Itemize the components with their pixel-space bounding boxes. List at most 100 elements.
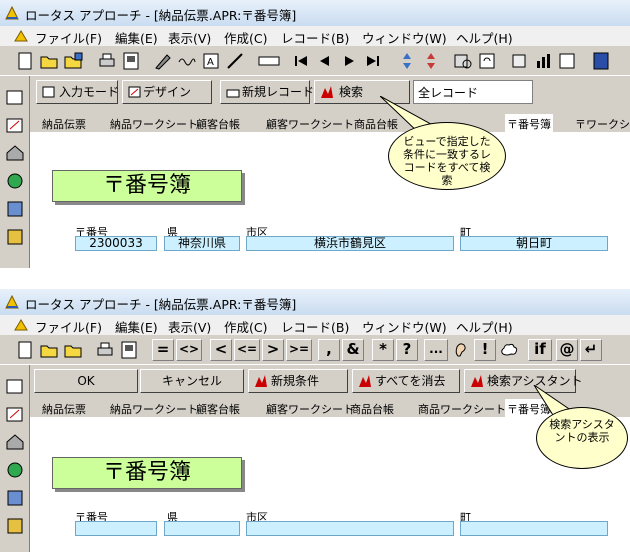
zip-criteria-field[interactable] <box>75 521 157 536</box>
save-folder-icon[interactable] <box>62 339 84 361</box>
operator-equals[interactable]: = <box>152 339 174 361</box>
new-record-button[interactable]: 新規レコード <box>220 80 314 104</box>
sounds-like-ear-icon[interactable] <box>450 339 472 361</box>
globe-icon[interactable] <box>4 459 26 481</box>
operator-if[interactable]: if <box>528 339 552 361</box>
operator-greater-than[interactable]: > <box>262 339 284 361</box>
menu-create[interactable]: 作成(C) <box>224 317 267 336</box>
operator-duplicates[interactable]: ! <box>474 339 496 361</box>
operator-and[interactable]: & <box>342 339 364 361</box>
sort-descending-icon[interactable] <box>420 50 442 72</box>
menu-file[interactable]: ファイル(F) <box>35 317 102 336</box>
tab-invoice-worksheet[interactable]: 納品ワークシート <box>110 114 198 132</box>
menu-file[interactable]: ファイル(F) <box>35 28 102 47</box>
tab-product-worksheet[interactable]: 商品ワークシート <box>418 399 506 417</box>
find-records-icon[interactable] <box>452 50 474 72</box>
open-folder-icon[interactable] <box>38 50 60 72</box>
tab-invoice[interactable]: 納品伝票 <box>42 399 86 417</box>
clear-all-button[interactable]: すべてを消去 <box>352 369 460 393</box>
home-icon[interactable] <box>4 142 26 164</box>
city-criteria-field[interactable] <box>246 521 454 536</box>
prefecture-field[interactable]: 神奈川県 <box>164 236 240 251</box>
worksheet-icon[interactable] <box>4 198 26 220</box>
chart-view-icon[interactable] <box>4 515 26 537</box>
new-file-icon[interactable] <box>14 339 36 361</box>
document-menu-icon[interactable] <box>13 317 29 333</box>
wave-icon[interactable] <box>176 50 198 72</box>
operator-at[interactable]: @ <box>556 339 578 361</box>
print-icon[interactable] <box>96 50 118 72</box>
design-button[interactable]: デザイン <box>122 80 212 104</box>
formula-cloud-icon[interactable] <box>498 339 520 361</box>
new-file-icon[interactable] <box>14 50 36 72</box>
open-folder-icon[interactable] <box>38 339 60 361</box>
menu-view[interactable]: 表示(V) <box>168 317 211 336</box>
ok-button[interactable]: OK <box>34 369 138 393</box>
operator-greater-or-equal[interactable]: >= <box>286 339 312 361</box>
zip-field[interactable]: 2300033 <box>75 236 157 251</box>
sort-ascending-icon[interactable] <box>396 50 418 72</box>
print-icon[interactable] <box>94 339 116 361</box>
operator-or[interactable]: , <box>318 339 340 361</box>
tab-customer-ledger[interactable]: 顧客台帳 <box>196 399 240 417</box>
city-field[interactable]: 横浜市鶴見区 <box>246 236 454 251</box>
form-view-icon[interactable] <box>4 375 26 397</box>
worksheet-icon[interactable] <box>4 487 26 509</box>
tab-invoice[interactable]: 納品伝票 <box>42 114 86 132</box>
previous-record-icon[interactable] <box>314 50 336 72</box>
print-preview-icon[interactable] <box>118 339 140 361</box>
tab-zip-book[interactable]: 〒番号簿 <box>505 114 553 132</box>
tab-customer-ledger[interactable]: 顧客台帳 <box>196 114 240 132</box>
home-icon[interactable] <box>4 431 26 453</box>
menu-create[interactable]: 作成(C) <box>224 28 267 47</box>
search-icon <box>321 86 333 98</box>
text-frame-icon[interactable]: A <box>200 50 222 72</box>
cancel-button[interactable]: キャンセル <box>140 369 244 393</box>
report-icon[interactable] <box>556 50 578 72</box>
tab-customer-worksheet[interactable]: 顧客ワークシート <box>266 399 354 417</box>
menu-help[interactable]: ヘルプ(H) <box>456 28 513 47</box>
chart-view-icon[interactable] <box>4 226 26 248</box>
menu-record[interactable]: レコード(B) <box>281 28 349 47</box>
first-record-icon[interactable] <box>290 50 312 72</box>
print-preview-icon[interactable] <box>120 50 142 72</box>
operator-enter[interactable]: ↵ <box>580 339 602 361</box>
tab-zip-worksheet[interactable]: 〒ワークシート <box>575 114 630 132</box>
form-view-icon[interactable] <box>4 86 26 108</box>
operator-range[interactable]: ... <box>424 339 448 361</box>
menu-edit[interactable]: 編集(E) <box>115 317 158 336</box>
menu-record[interactable]: レコード(B) <box>281 317 349 336</box>
menu-window[interactable]: ウィンドウ(W) <box>362 317 447 336</box>
operator-wildcard-one[interactable]: ? <box>396 339 418 361</box>
document-menu-icon[interactable] <box>13 28 29 44</box>
globe-icon[interactable] <box>4 170 26 192</box>
operator-less-than[interactable]: < <box>210 339 232 361</box>
input-mode-button[interactable]: 入力モード <box>36 80 119 104</box>
town-field[interactable]: 朝日町 <box>460 236 608 251</box>
menu-edit[interactable]: 編集(E) <box>115 28 158 47</box>
macro-icon[interactable] <box>508 50 530 72</box>
menu-view[interactable]: 表示(V) <box>168 28 211 47</box>
new-condition-button[interactable]: 新規条件 <box>248 369 348 393</box>
draw-tool-icon[interactable] <box>224 50 246 72</box>
pen-icon[interactable] <box>152 50 174 72</box>
save-folder-icon[interactable] <box>62 50 84 72</box>
operator-not-equal[interactable]: <> <box>176 339 202 361</box>
refresh-icon[interactable] <box>476 50 498 72</box>
tab-customer-worksheet[interactable]: 顧客ワークシート <box>266 114 354 132</box>
next-record-icon[interactable] <box>338 50 360 72</box>
last-record-icon[interactable] <box>362 50 384 72</box>
menu-window[interactable]: ウィンドウ(W) <box>362 28 447 47</box>
tab-product-ledger[interactable]: 商品台帳 <box>350 399 394 417</box>
prefecture-criteria-field[interactable] <box>164 521 240 536</box>
field-tool-icon[interactable] <box>256 50 282 72</box>
address-book-icon[interactable] <box>590 50 612 72</box>
operator-wildcard-any[interactable]: * <box>372 339 394 361</box>
design-view-icon[interactable] <box>4 114 26 136</box>
menu-help[interactable]: ヘルプ(H) <box>456 317 513 336</box>
design-view-icon[interactable] <box>4 403 26 425</box>
operator-less-or-equal[interactable]: <= <box>234 339 260 361</box>
chart-icon[interactable] <box>532 50 554 72</box>
town-criteria-field[interactable] <box>460 521 608 536</box>
tab-invoice-worksheet[interactable]: 納品ワークシート <box>110 399 198 417</box>
